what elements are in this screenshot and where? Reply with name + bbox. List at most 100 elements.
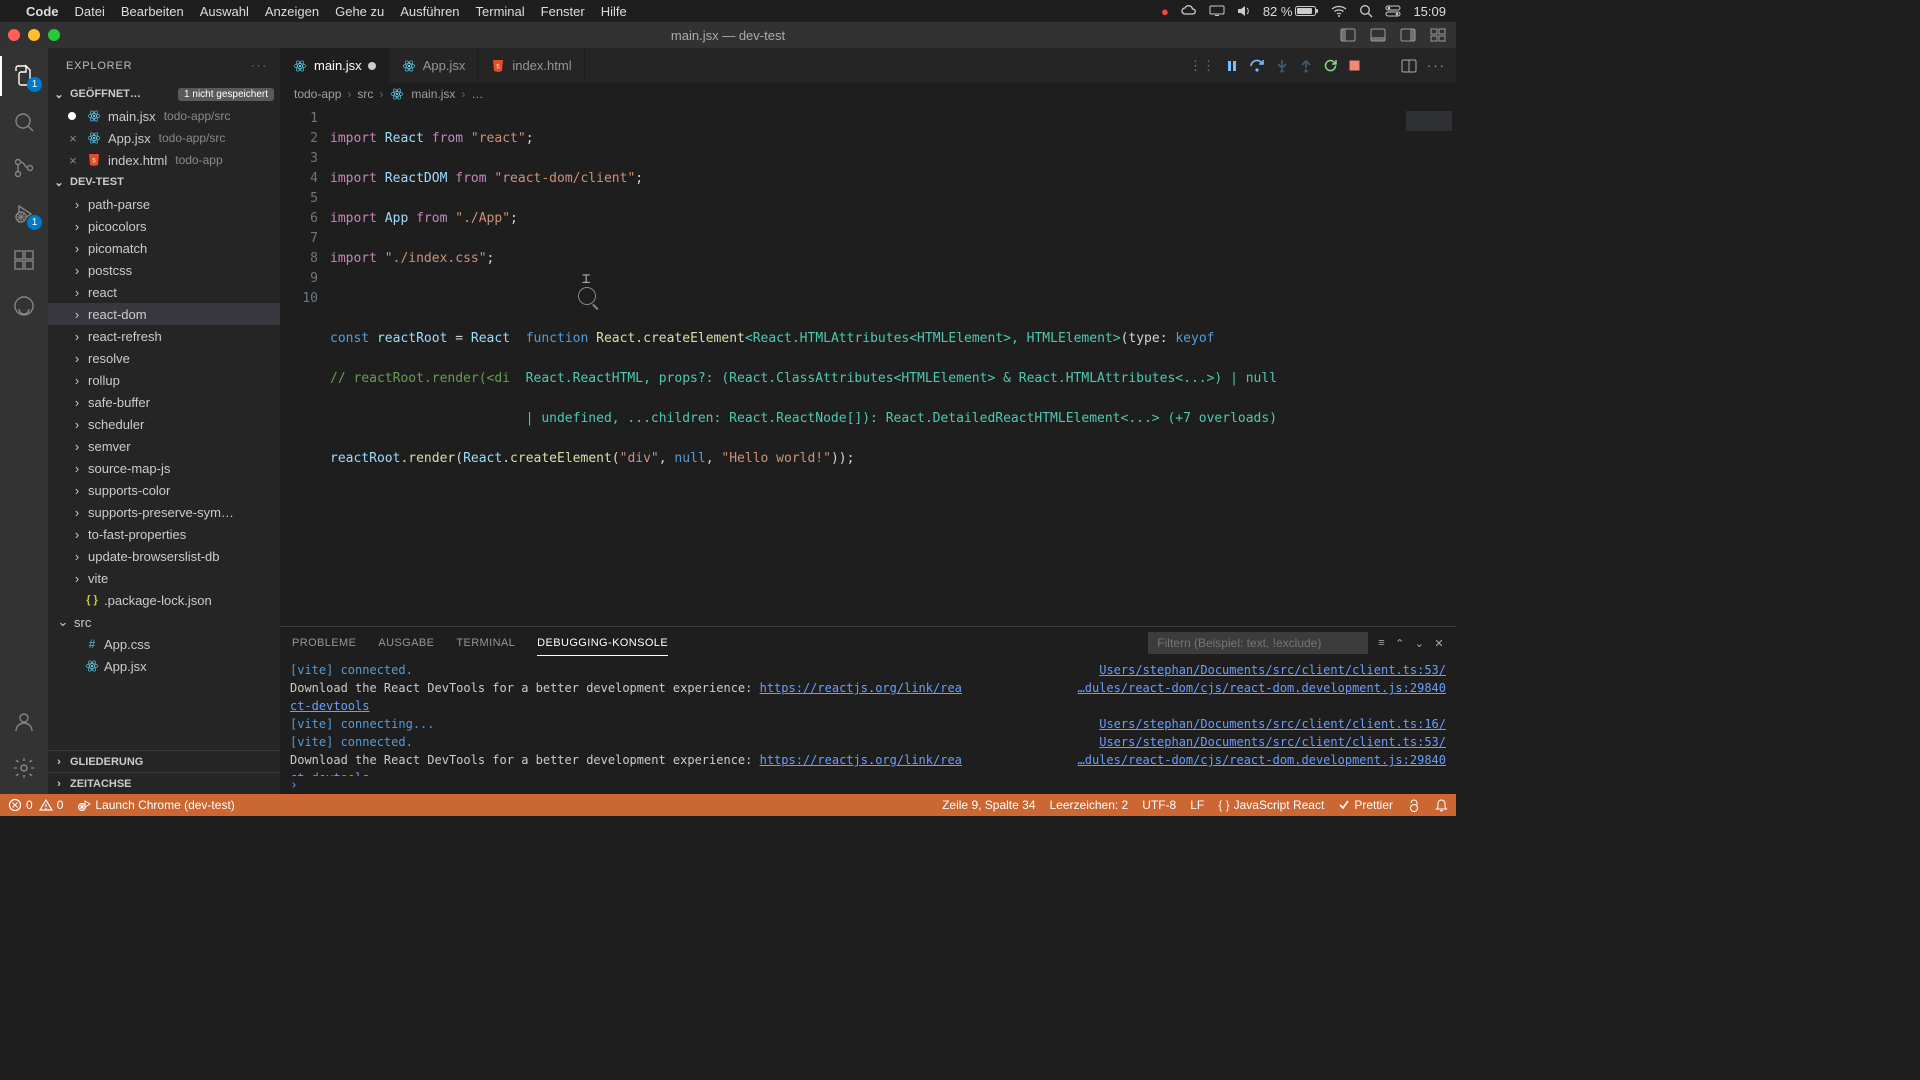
tree-folder[interactable]: ›semver [48,435,280,457]
status-warnings[interactable]: 0 [39,798,64,812]
debug-restart-icon[interactable] [1323,58,1338,73]
panel-filter-input[interactable] [1148,632,1368,654]
editor-more-icon[interactable]: ··· [1427,58,1446,73]
menu-terminal[interactable]: Terminal [476,4,525,19]
editor-tab[interactable]: App.jsx [389,48,479,83]
menu-help[interactable]: Hilfe [601,4,627,19]
panel-close-icon[interactable]: ✕ [1434,637,1444,650]
tree-folder[interactable]: ›path-parse [48,193,280,215]
open-editor-item[interactable]: ×5index.htmltodo-app [48,149,280,171]
layout-sidebar-right-icon[interactable] [1398,26,1418,44]
activity-settings[interactable] [0,748,48,788]
panel-tab-problems[interactable]: PROBLEME [292,631,356,655]
activity-explorer[interactable]: 1 [0,56,48,96]
status-display-icon[interactable] [1209,5,1225,17]
editor-tab[interactable]: 5index.html [478,48,584,83]
status-bell-icon[interactable] [1435,798,1448,812]
panel-maximize-icon[interactable]: ⌄ [1415,637,1425,650]
menu-selection[interactable]: Auswahl [200,4,249,19]
menu-run[interactable]: Ausführen [400,4,459,19]
panel-collapse-icon[interactable]: ⌃ [1395,637,1405,650]
status-cloud-icon[interactable] [1181,5,1197,17]
tree-folder[interactable]: ›postcss [48,259,280,281]
tree-folder[interactable]: ›react [48,281,280,303]
status-control-center-icon[interactable] [1385,5,1401,17]
console-source-link[interactable]: …dules/react-dom/cjs/react-dom.developme… [1068,679,1446,697]
app-name[interactable]: Code [26,4,59,19]
window-close-button[interactable] [8,29,20,41]
open-editor-item[interactable]: ×App.jsxtodo-app/src [48,127,280,149]
open-editor-item[interactable]: main.jsxtodo-app/src [48,105,280,127]
status-errors[interactable]: 0 [8,798,33,812]
window-zoom-button[interactable] [48,29,60,41]
status-battery[interactable]: 82 % [1263,4,1320,19]
tree-file[interactable]: #App.css [48,633,280,655]
code-content[interactable]: import React from "react"; import ReactD… [330,105,1277,626]
status-language[interactable]: { } JavaScript React [1218,798,1324,812]
console-source-link[interactable]: …dules/react-dom/cjs/react-dom.developme… [1068,751,1446,769]
menu-edit[interactable]: Bearbeiten [121,4,184,19]
panel-filter-icon[interactable]: ≡ [1378,637,1385,649]
status-prettier[interactable]: Prettier [1338,798,1393,812]
debug-console-output[interactable]: [vite] connected.Users/stephan/Documents… [280,659,1456,776]
split-editor-icon[interactable] [1401,59,1417,73]
activity-account[interactable] [0,702,48,742]
close-icon[interactable]: × [66,153,80,168]
menu-view[interactable]: Anzeigen [265,4,319,19]
tree-folder[interactable]: ›resolve [48,347,280,369]
activity-search[interactable] [0,102,48,142]
layout-customize-icon[interactable] [1428,26,1448,44]
menu-goto[interactable]: Gehe zu [335,4,384,19]
debug-drag-icon[interactable]: ⋮⋮ [1189,58,1215,74]
tree-file[interactable]: App.jsx [48,655,280,677]
panel-tab-debug-console[interactable]: DEBUGGING-KONSOLE [537,631,668,656]
layout-panel-icon[interactable] [1368,26,1388,44]
status-search-icon[interactable] [1359,4,1373,18]
code-editor[interactable]: 12345678910 import React from "react"; i… [280,105,1456,626]
workspace-section[interactable]: ⌄ DEV-TEST [48,171,280,193]
status-record-icon[interactable]: ● [1161,4,1169,19]
window-minimize-button[interactable] [28,29,40,41]
tree-folder[interactable]: ›source-map-js [48,457,280,479]
status-clock[interactable]: 15:09 [1413,4,1446,19]
console-source-link[interactable]: Users/stephan/Documents/src/client/clien… [1089,733,1446,751]
activity-debug[interactable]: 1 [0,194,48,234]
tree-file[interactable]: { }.package-lock.json [48,589,280,611]
explorer-more-icon[interactable]: ··· [251,60,268,72]
debug-step-over-icon[interactable] [1249,59,1265,73]
debug-console-input[interactable]: › [280,776,1456,794]
activity-scm[interactable] [0,148,48,188]
status-sound-icon[interactable] [1237,5,1251,17]
tree-folder[interactable]: ›rollup [48,369,280,391]
status-launch-config[interactable]: Launch Chrome (dev-test) [77,798,234,812]
debug-pause-icon[interactable] [1225,59,1239,73]
panel-tab-output[interactable]: AUSGABE [378,631,434,655]
editor-tab[interactable]: main.jsx [280,48,389,83]
activity-extensions[interactable] [0,240,48,280]
tree-folder[interactable]: ›supports-preserve-sym… [48,501,280,523]
debug-step-into-icon[interactable] [1275,59,1289,73]
breadcrumbs[interactable]: todo-app› src› main.jsx› … [280,83,1456,105]
close-icon[interactable]: × [66,131,80,146]
tree-folder[interactable]: ›picomatch [48,237,280,259]
timeline-section[interactable]: ›ZEITACHSE [48,772,280,794]
status-eol[interactable]: LF [1190,798,1204,812]
tree-folder[interactable]: ›supports-color [48,479,280,501]
tree-folder[interactable]: ›react-refresh [48,325,280,347]
open-editors-section[interactable]: ⌄ GEÖFFNET… 1 nicht gespeichert [48,83,280,105]
tree-folder[interactable]: ›react-dom [48,303,280,325]
tree-folder[interactable]: ›scheduler [48,413,280,435]
tree-folder[interactable]: ›picocolors [48,215,280,237]
debug-step-out-icon[interactable] [1299,59,1313,73]
debug-stop-icon[interactable] [1348,59,1361,72]
console-source-link[interactable]: Users/stephan/Documents/src/client/clien… [1089,715,1446,733]
status-encoding[interactable]: UTF-8 [1142,798,1176,812]
menu-file[interactable]: Datei [75,4,105,19]
console-source-link[interactable]: Users/stephan/Documents/src/client/clien… [1089,661,1446,679]
status-indentation[interactable]: Leerzeichen: 2 [1050,798,1129,812]
dirty-indicator-icon[interactable] [66,112,80,120]
status-wifi-icon[interactable] [1331,5,1347,17]
status-feedback-icon[interactable] [1407,798,1421,812]
layout-sidebar-left-icon[interactable] [1338,26,1358,44]
menu-window[interactable]: Fenster [541,4,585,19]
